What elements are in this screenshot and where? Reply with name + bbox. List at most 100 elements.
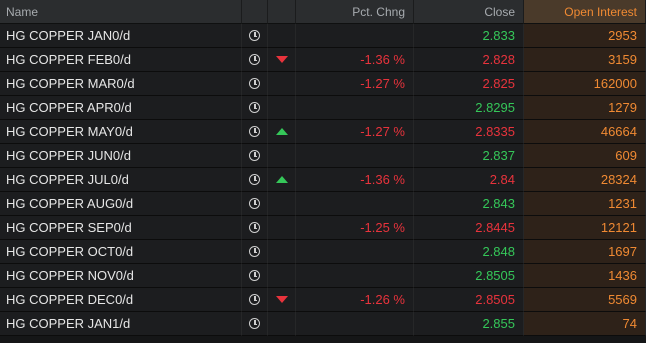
row-trend-cell <box>268 48 296 72</box>
column-header-name[interactable]: Name <box>0 0 242 24</box>
column-header-close[interactable]: Close <box>414 0 524 24</box>
row-close: 2.837 <box>414 144 524 168</box>
row-name[interactable]: HG COPPER MAY0/d <box>0 120 242 144</box>
row-trend-cell <box>268 72 296 96</box>
row-open-interest: 12121 <box>524 216 646 240</box>
row-open-interest: 1279 <box>524 96 646 120</box>
row-open-interest: 162000 <box>524 72 646 96</box>
row-pct-chng <box>296 312 414 336</box>
column-header-open-interest[interactable]: Open Interest <box>524 0 646 24</box>
row-name[interactable]: HG COPPER FEB0/d <box>0 48 242 72</box>
row-close: 2.8505 <box>414 288 524 312</box>
row-open-interest: 74 <box>524 312 646 336</box>
row-close: 2.8335 <box>414 120 524 144</box>
clock-icon <box>249 102 260 113</box>
row-name[interactable]: HG COPPER OCT0/d <box>0 240 242 264</box>
row-trend-cell <box>268 96 296 120</box>
row-name[interactable]: HG COPPER JAN0/d <box>0 24 242 48</box>
clock-icon <box>249 174 260 185</box>
row-status-cell <box>242 48 268 72</box>
clock-icon <box>249 126 260 137</box>
row-close: 2.825 <box>414 72 524 96</box>
row-open-interest: 5569 <box>524 288 646 312</box>
row-status-cell <box>242 120 268 144</box>
clock-icon <box>249 78 260 89</box>
row-close: 2.843 <box>414 192 524 216</box>
row-status-cell <box>242 312 268 336</box>
row-name[interactable]: HG COPPER APR0/d <box>0 96 242 120</box>
row-name[interactable]: HG COPPER AUG0/d <box>0 192 242 216</box>
row-name[interactable]: HG COPPER JUN0/d <box>0 144 242 168</box>
column-header-trend <box>268 0 296 24</box>
row-trend-cell <box>268 192 296 216</box>
trend-up-icon <box>275 128 288 135</box>
clock-icon <box>249 198 260 209</box>
row-open-interest: 3159 <box>524 48 646 72</box>
row-name[interactable]: HG COPPER NOV0/d <box>0 264 242 288</box>
row-status-cell <box>242 96 268 120</box>
clock-icon <box>249 54 260 65</box>
row-status-cell <box>242 144 268 168</box>
clock-icon <box>249 318 260 329</box>
clock-icon <box>249 30 260 41</box>
row-status-cell <box>242 264 268 288</box>
column-header-status <box>242 0 268 24</box>
row-name[interactable]: HG COPPER JUL0/d <box>0 168 242 192</box>
row-trend-cell <box>268 24 296 48</box>
row-pct-chng <box>296 192 414 216</box>
row-status-cell <box>242 192 268 216</box>
row-trend-cell <box>268 288 296 312</box>
row-name[interactable]: HG COPPER JAN1/d <box>0 312 242 336</box>
row-pct-chng <box>296 96 414 120</box>
row-status-cell <box>242 24 268 48</box>
row-open-interest: 1436 <box>524 264 646 288</box>
row-name[interactable]: HG COPPER DEC0/d <box>0 288 242 312</box>
row-pct-chng: -1.26 % <box>296 288 414 312</box>
quote-table: Name Pct. Chng Close Open Interest HG CO… <box>0 0 646 343</box>
row-name[interactable]: HG COPPER MAR0/d <box>0 72 242 96</box>
row-pct-chng <box>296 144 414 168</box>
column-header-pct-chng[interactable]: Pct. Chng <box>296 0 414 24</box>
clock-icon <box>249 270 260 281</box>
trend-up-icon <box>275 176 288 183</box>
row-pct-chng <box>296 240 414 264</box>
row-status-cell <box>242 288 268 312</box>
row-status-cell <box>242 240 268 264</box>
row-pct-chng: -1.27 % <box>296 120 414 144</box>
row-status-cell <box>242 72 268 96</box>
row-trend-cell <box>268 120 296 144</box>
row-trend-cell <box>268 312 296 336</box>
row-pct-chng: -1.25 % <box>296 216 414 240</box>
row-trend-cell <box>268 144 296 168</box>
row-pct-chng: -1.27 % <box>296 72 414 96</box>
row-pct-chng: -1.36 % <box>296 168 414 192</box>
row-close: 2.8505 <box>414 264 524 288</box>
clock-icon <box>249 246 260 257</box>
row-status-cell <box>242 216 268 240</box>
row-trend-cell <box>268 264 296 288</box>
row-close: 2.8295 <box>414 96 524 120</box>
row-trend-cell <box>268 240 296 264</box>
row-close: 2.828 <box>414 48 524 72</box>
clock-icon <box>249 222 260 233</box>
row-close: 2.855 <box>414 312 524 336</box>
row-close: 2.8445 <box>414 216 524 240</box>
clock-icon <box>249 150 260 161</box>
row-pct-chng <box>296 24 414 48</box>
row-pct-chng: -1.36 % <box>296 48 414 72</box>
row-open-interest: 2953 <box>524 24 646 48</box>
row-name[interactable]: HG COPPER SEP0/d <box>0 216 242 240</box>
row-close: 2.84 <box>414 168 524 192</box>
row-open-interest: 609 <box>524 144 646 168</box>
row-close: 2.833 <box>414 24 524 48</box>
trend-down-icon <box>275 56 288 63</box>
trend-down-icon <box>275 296 288 303</box>
row-open-interest: 28324 <box>524 168 646 192</box>
row-pct-chng <box>296 264 414 288</box>
row-trend-cell <box>268 216 296 240</box>
clock-icon <box>249 294 260 305</box>
row-open-interest: 46664 <box>524 120 646 144</box>
row-open-interest: 1697 <box>524 240 646 264</box>
row-trend-cell <box>268 168 296 192</box>
row-close: 2.848 <box>414 240 524 264</box>
